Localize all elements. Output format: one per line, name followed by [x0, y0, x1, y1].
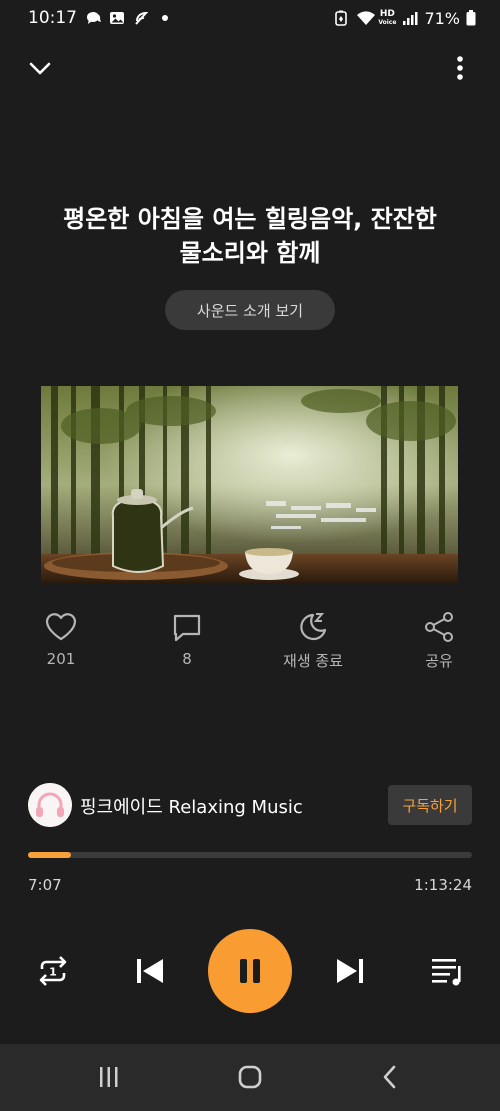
- status-left: 10:17: [28, 8, 173, 28]
- back-button[interactable]: [370, 1062, 410, 1092]
- channel-name[interactable]: 핑크에이드 Relaxing Music: [80, 793, 303, 819]
- playlist-icon: [432, 959, 461, 986]
- playback-controls: 1: [0, 926, 500, 1016]
- feather-icon: [133, 10, 149, 26]
- status-time: 10:17: [28, 8, 77, 28]
- system-nav-bar: [0, 1044, 500, 1111]
- chevron-down-icon[interactable]: [26, 54, 54, 82]
- recents-button[interactable]: [89, 1062, 129, 1092]
- voice-label: Voice: [378, 18, 397, 26]
- playlist-button[interactable]: [428, 952, 466, 990]
- comment-count: 8: [182, 650, 192, 668]
- pause-button[interactable]: [208, 929, 292, 1013]
- more-vertical-icon[interactable]: [448, 52, 472, 84]
- elapsed-time: 7:07: [28, 876, 62, 894]
- total-time: 1:13:24: [414, 876, 472, 894]
- channel-row: 핑크에이드 Relaxing Music 구독하기: [28, 783, 472, 829]
- home-button[interactable]: [230, 1062, 270, 1092]
- heart-icon: [45, 613, 77, 641]
- track-title-line2: 물소리와 함께: [179, 239, 321, 267]
- subscribe-button[interactable]: 구독하기: [388, 785, 472, 825]
- status-right: HD Voice 71%: [334, 9, 476, 28]
- sleep-timer-button[interactable]: 재생 종료: [258, 610, 368, 671]
- repeat-badge: 1: [49, 966, 57, 979]
- track-title: 평온한 아침을 여는 힐링음악, 잔잔한 물소리와 함께: [30, 202, 470, 270]
- track-title-line1: 평온한 아침을 여는 힐링음악, 잔잔한: [63, 205, 437, 233]
- repeat-one-icon: 1: [39, 956, 67, 986]
- sound-intro-button[interactable]: 사운드 소개 보기: [165, 290, 335, 330]
- share-icon: [425, 612, 453, 642]
- top-bar: [0, 46, 500, 90]
- progress-fill: [28, 852, 72, 858]
- battery-percent: 71%: [424, 8, 460, 28]
- chat-bubble-icon: [85, 10, 101, 26]
- pause-icon: [240, 959, 260, 983]
- dot-icon: [157, 10, 173, 26]
- gallery-icon: [109, 10, 125, 26]
- battery-saver-icon: [334, 10, 350, 26]
- status-bar: 10:17 HD Voice 71%: [0, 0, 500, 36]
- skip-previous-icon: [137, 959, 163, 983]
- signal-icon: [402, 10, 418, 26]
- previous-button[interactable]: [132, 952, 168, 990]
- hd-label: HD: [379, 8, 395, 19]
- share-button[interactable]: 공유: [384, 610, 494, 671]
- like-button[interactable]: 201: [6, 610, 116, 668]
- wifi-icon: [356, 10, 376, 26]
- hd-voice-label: HD Voice: [378, 8, 397, 27]
- battery-icon: [466, 10, 476, 26]
- channel-avatar[interactable]: [28, 783, 72, 827]
- action-row: 201 8 재생 종료 공유: [0, 610, 500, 680]
- repeat-button[interactable]: 1: [34, 952, 72, 990]
- sleep-timer-label: 재생 종료: [283, 652, 343, 670]
- recents-icon: [100, 1067, 118, 1087]
- like-count: 201: [46, 650, 76, 668]
- back-icon: [383, 1065, 396, 1089]
- home-icon: [238, 1065, 262, 1089]
- share-label: 공유: [425, 652, 453, 670]
- comment-icon: [173, 614, 201, 642]
- skip-next-icon: [337, 959, 363, 983]
- headphones-icon: [28, 783, 72, 827]
- moon-icon: [300, 613, 327, 641]
- track-artwork: [41, 386, 458, 583]
- next-button[interactable]: [332, 952, 368, 990]
- comment-button[interactable]: 8: [132, 610, 242, 668]
- progress-bar[interactable]: [28, 852, 472, 858]
